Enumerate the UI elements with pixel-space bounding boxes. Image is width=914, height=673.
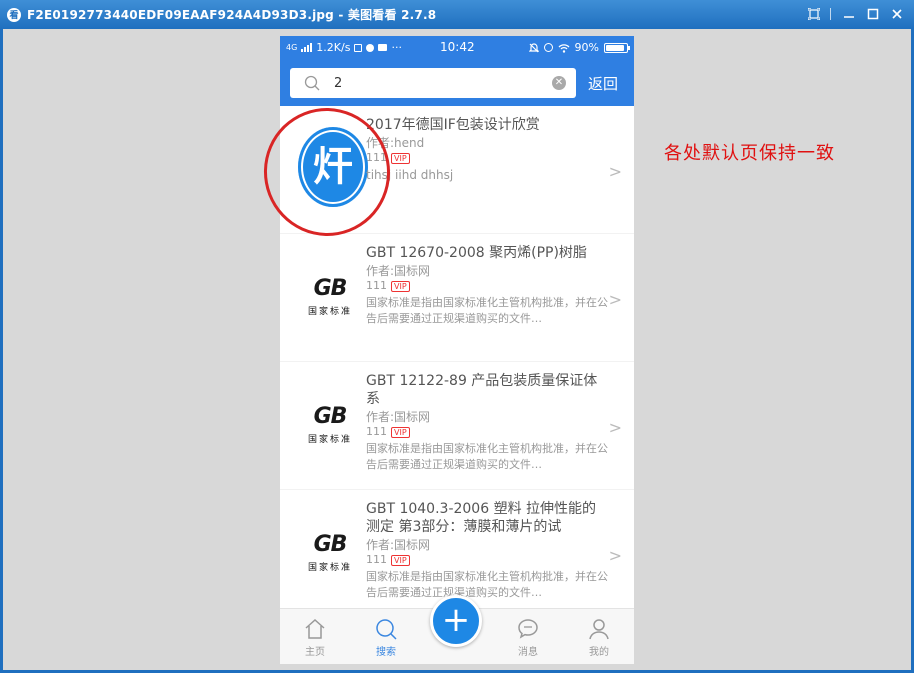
gb-logo: GB 国家标准 xyxy=(298,276,362,318)
user-icon xyxy=(589,619,609,640)
item-meta: 111 VIP xyxy=(366,553,608,567)
title-separator xyxy=(830,8,831,20)
tab-messages[interactable]: 消息 xyxy=(506,617,550,658)
item-title: 2017年德国IF包装设计欣赏 xyxy=(366,117,540,133)
list-item[interactable]: GB 国家标准 GBT 12122-89 产品包装质量保证体系 作者:国标网 1… xyxy=(280,362,634,489)
item-title: GBT 12670-2008 聚丙烯(PP)树脂 xyxy=(366,245,587,261)
tab-label: 我的 xyxy=(589,647,609,658)
battery-percent: 90% xyxy=(574,41,599,54)
network-speed: 1.2K/s xyxy=(316,41,351,54)
vip-badge: VIP xyxy=(391,554,410,566)
window-title: F2E0192773440EDF09EAAF924A4D93D3.jpg - 美… xyxy=(27,8,437,22)
close-icon[interactable] xyxy=(886,4,908,24)
fit-icon[interactable] xyxy=(803,4,825,24)
item-tags: tihsj iihd dhhsj xyxy=(366,168,454,182)
item-author: 作者:国标网 xyxy=(366,538,431,552)
battery-level xyxy=(606,44,624,51)
item-meta: 111 VIP xyxy=(366,279,608,293)
status-time: 10:42 xyxy=(440,40,475,54)
item-body: GBT 1040.3-2006 塑料 拉伸性能的测定 第3部分：薄膜和薄片的试 … xyxy=(366,500,608,601)
more-notifications-icon: ··· xyxy=(391,41,402,54)
gb-logo-text: 国家标准 xyxy=(307,563,352,573)
item-count: 111 xyxy=(366,425,387,438)
item-description: 国家标准是指由国家标准化主管机构批准，并在公告后需要通过正规渠道购买的文件… xyxy=(366,570,608,599)
minimize-icon[interactable] xyxy=(838,4,860,24)
app-icon: 看 xyxy=(7,7,21,22)
signal-icon xyxy=(301,43,313,52)
vip-badge: VIP xyxy=(391,152,410,164)
list-item[interactable]: GB 国家标准 GBT 1040.3-2006 塑料 拉伸性能的测定 第3部分：… xyxy=(280,490,634,608)
mute-icon xyxy=(528,42,539,52)
annotation-note: 各处默认页保持一致 xyxy=(664,143,835,164)
search-icon xyxy=(304,75,320,91)
clear-search-icon[interactable]: ✕ xyxy=(552,76,566,90)
gb-logo: GB 国家标准 xyxy=(298,532,362,574)
item-body: GBT 12122-89 产品包装质量保证体系 作者:国标网 111 VIP 国… xyxy=(366,372,608,473)
chevron-right-icon: > xyxy=(608,162,622,181)
search-icon xyxy=(376,619,397,640)
item-thumbnail: GB 国家标准 xyxy=(294,254,372,338)
tab-label: 主页 xyxy=(305,647,325,658)
gb-logo: GB 国家标准 xyxy=(298,404,362,446)
tab-home[interactable]: 主页 xyxy=(293,617,337,658)
item-thumbnail: GB 国家标准 xyxy=(294,382,372,466)
gb-logo-text: 国家标准 xyxy=(307,307,352,317)
gb-logo-text: 国家标准 xyxy=(307,435,352,445)
item-body: GBT 12670-2008 聚丙烯(PP)树脂 作者:国标网 111 VIP … xyxy=(366,244,608,327)
item-title: GBT 1040.3-2006 塑料 拉伸性能的测定 第3部分：薄膜和薄片的试 xyxy=(366,501,597,535)
status-right: 90% xyxy=(528,41,630,54)
search-bar: ✕ 返回 xyxy=(280,60,634,106)
item-author: 作者:国标网 xyxy=(366,410,431,424)
mail-notification-icon xyxy=(378,44,388,51)
item-thumbnail: GB 国家标准 xyxy=(294,510,372,594)
gb-logo-mark: GB xyxy=(313,404,348,429)
gb-logo-mark: GB xyxy=(313,276,348,301)
item-count: 111 xyxy=(366,553,387,566)
window-controls xyxy=(801,4,908,24)
list-item[interactable]: GB 国家标准 GBT 12670-2008 聚丙烯(PP)树脂 作者:国标网 … xyxy=(280,234,634,361)
logo-badge-icon: 㶥 xyxy=(298,127,368,207)
chat-notification-icon xyxy=(366,43,375,52)
add-button[interactable]: + xyxy=(430,595,482,647)
item-count: 111 xyxy=(366,279,387,292)
vip-badge: VIP xyxy=(391,426,410,438)
phone-screen: 4G 1.2K/s ··· 10:42 90% ✕ 返回 㶥 xyxy=(280,36,634,664)
status-bar: 4G 1.2K/s ··· 10:42 90% xyxy=(280,36,634,60)
vip-badge: VIP xyxy=(391,280,410,292)
result-list: 㶥 2017年德国IF包装设计欣赏 作者:hend 111 VIP tihsj … xyxy=(280,106,634,608)
chevron-right-icon: > xyxy=(608,418,622,437)
maximize-icon[interactable] xyxy=(862,4,884,24)
tab-bar: 主页 搜索 + 消息 我的 xyxy=(280,595,634,664)
tab-search[interactable]: 搜索 xyxy=(364,617,408,658)
tab-label: 搜索 xyxy=(376,647,396,658)
alarm-icon xyxy=(543,43,553,52)
list-item[interactable]: 㶥 2017年德国IF包装设计欣赏 作者:hend 111 VIP tihsj … xyxy=(280,106,634,233)
chevron-right-icon: > xyxy=(608,546,622,565)
back-button[interactable]: 返回 xyxy=(588,73,618,94)
item-description: 国家标准是指由国家标准化主管机构批准，并在公告后需要通过正规渠道购买的文件… xyxy=(366,442,608,471)
item-meta: 111 VIP xyxy=(366,151,608,165)
message-icon xyxy=(518,619,538,639)
item-body: 2017年德国IF包装设计欣赏 作者:hend 111 VIP tihsj ii… xyxy=(366,116,608,183)
item-description: 国家标准是指由国家标准化主管机构批准，并在公告后需要通过正规渠道购买的文件… xyxy=(366,296,608,325)
window-titlebar: 看 F2E0192773440EDF09EAAF924A4D93D3.jpg -… xyxy=(0,0,914,29)
tab-label: 消息 xyxy=(518,647,538,658)
home-icon xyxy=(305,618,325,639)
network-type: 4G xyxy=(286,43,298,52)
sim-icon xyxy=(354,43,363,52)
item-count: 111 xyxy=(366,151,387,164)
tab-mine[interactable]: 我的 xyxy=(577,617,621,658)
item-title: GBT 12122-89 产品包装质量保证体系 xyxy=(366,373,598,407)
battery-icon xyxy=(604,42,630,53)
gb-logo-mark: GB xyxy=(313,532,348,557)
wifi-icon xyxy=(558,43,570,53)
status-left: 4G 1.2K/s ··· xyxy=(286,41,402,54)
item-author: 作者:hend xyxy=(366,136,425,150)
chevron-right-icon: > xyxy=(608,290,622,309)
item-meta: 111 VIP xyxy=(366,425,608,439)
search-input[interactable] xyxy=(334,73,544,93)
item-thumbnail: 㶥 xyxy=(294,126,372,210)
search-box[interactable]: ✕ xyxy=(290,68,576,98)
item-author: 作者:国标网 xyxy=(366,264,431,278)
